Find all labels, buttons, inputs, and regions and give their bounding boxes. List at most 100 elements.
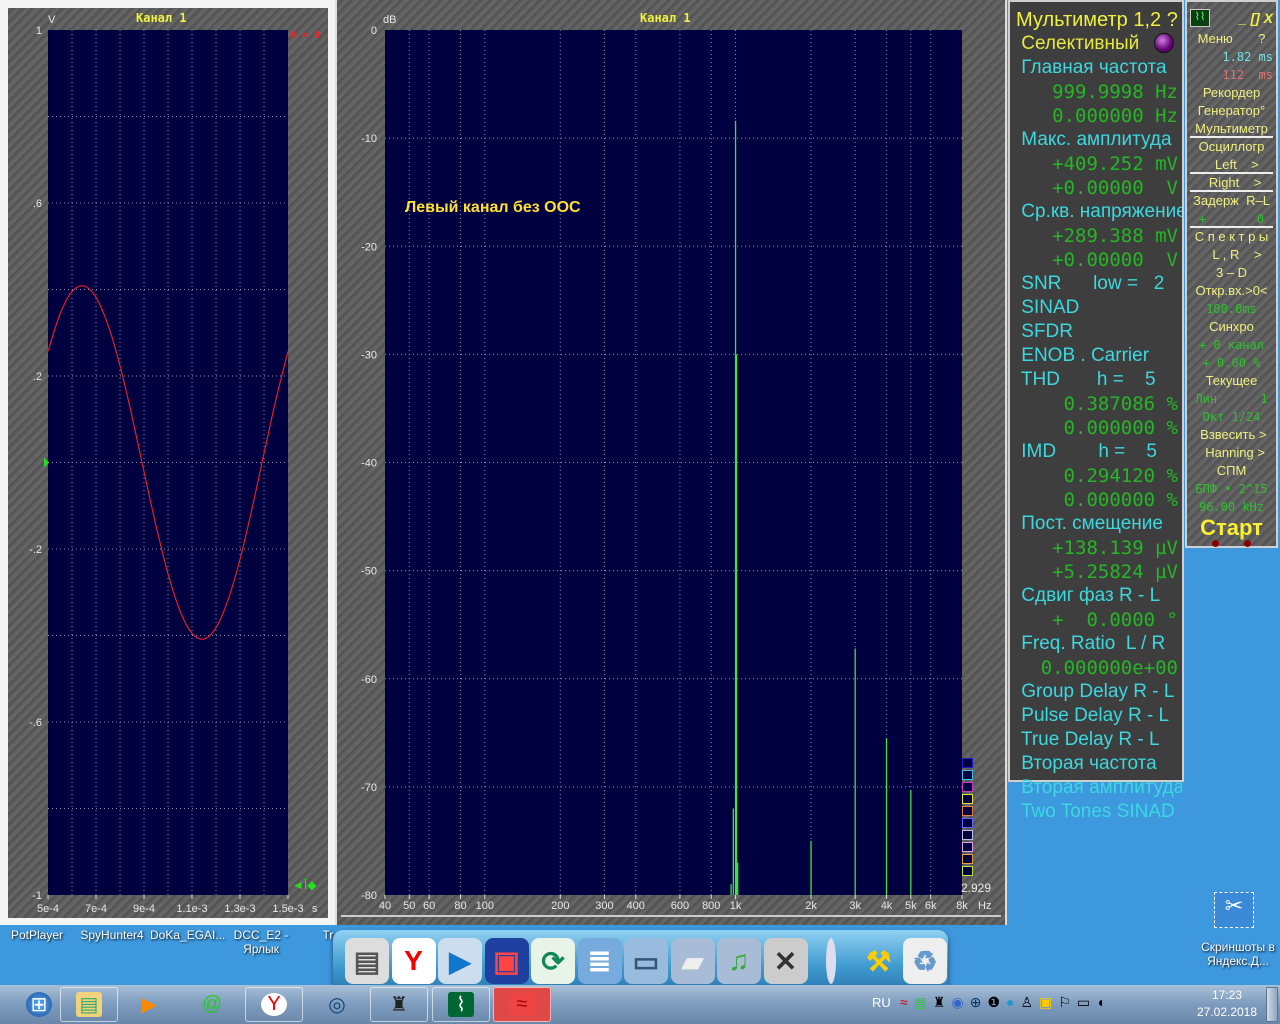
taskbar-yandex-browser-icon[interactable]: Y (245, 987, 303, 1022)
measurement-label[interactable]: Главная частота (1016, 56, 1182, 80)
control-item[interactable]: 100.0ms (1190, 300, 1273, 318)
trace-color-swatch[interactable] (962, 782, 973, 792)
measurement-label[interactable]: Ср.кв. напряжение (1016, 200, 1182, 224)
measurement-label[interactable]: Group Delay R - L (1016, 680, 1182, 704)
y-tick-label: -40 (361, 458, 377, 470)
trace-color-swatch[interactable] (962, 758, 973, 768)
control-item[interactable]: Осциллогр (1190, 138, 1273, 156)
measurement-label[interactable]: THD h = 5 (1016, 368, 1182, 392)
control-item[interactable]: 112 ms (1190, 66, 1273, 84)
selective-toggle-icon[interactable] (1154, 33, 1174, 53)
trace-color-swatch[interactable] (962, 866, 973, 876)
measurement-label[interactable]: ENOB . Carrier (1016, 344, 1182, 368)
control-item[interactable]: 96.00 kHz (1190, 498, 1273, 516)
screenshots-icon[interactable]: ✂ (1214, 892, 1254, 928)
control-item[interactable]: Текущее (1190, 372, 1273, 390)
measurement-label[interactable]: True Delay R - L (1016, 728, 1182, 752)
control-item[interactable]: Задерж R–L (1190, 192, 1273, 210)
close-button[interactable]: X (1264, 10, 1273, 26)
control-item[interactable]: Right > (1190, 174, 1273, 192)
control-item[interactable]: С п е к т р ы (1190, 228, 1273, 246)
measurement-label[interactable]: Freq. Ratio L / R (1016, 632, 1182, 656)
control-item[interactable]: Рекордер (1190, 84, 1273, 102)
trace-color-swatch[interactable] (962, 854, 973, 864)
trace-color-swatch[interactable] (962, 818, 973, 828)
desktop-icon-screenshots[interactable]: Скриншоты в Яндекс.Д... (1198, 940, 1278, 968)
taskbar-hat-icon[interactable]: ♜ (370, 987, 428, 1022)
trace-color-swatch[interactable] (962, 842, 973, 852)
measurement-label[interactable]: Two Tones SINAD (1016, 800, 1182, 824)
desktop-icon-spyhunter[interactable]: SpyHunter4 (77, 928, 147, 942)
control-item[interactable]: 3 – D (1190, 264, 1273, 282)
yandex-browser-icon[interactable]: Y (391, 938, 436, 984)
scope-plot[interactable]: 1 .6 .2 -.2 -.6 -15e-4 7e-4 9e-4 1.1e-3 1.3e-3 1.5… (8, 8, 328, 918)
control-item[interactable]: + 0.00 % (1190, 354, 1273, 372)
measurement-label[interactable]: SFDR (1016, 320, 1182, 344)
control-item[interactable]: Откр.вх.>0< (1190, 282, 1273, 300)
desktop-icon-potplayer[interactable]: PotPlayer (2, 928, 72, 942)
taskbar-explorer-icon[interactable]: ▤ (60, 987, 118, 1022)
floppy-save-icon[interactable]: ▣ (484, 938, 529, 984)
control-item[interactable]: + 0 канал (1190, 336, 1273, 354)
trace-color-swatch[interactable] (962, 830, 973, 840)
control-item[interactable]: Мультиметр (1190, 120, 1273, 138)
taskbar-analyzer-icon[interactable]: ⌇ (432, 987, 490, 1022)
cursor-controls-icon[interactable]: ◄Ї◆ (292, 878, 316, 892)
desktop-icon-dcc[interactable]: DCC_E2 - Ярлык (226, 928, 296, 956)
control-item[interactable]: Меню ? (1190, 30, 1273, 48)
control-item[interactable]: Взвесить > (1190, 426, 1273, 444)
control-item[interactable]: + 0 (1190, 210, 1273, 228)
start-button[interactable]: Старт (1190, 516, 1273, 540)
maximize-button[interactable]: [] (1250, 10, 1259, 26)
hammer-icon[interactable]: ⚒ (857, 938, 901, 984)
measurement-label[interactable]: Макс. амплитуда (1016, 128, 1182, 152)
media-player-icon[interactable]: ▶ (438, 938, 482, 984)
measurement-label[interactable]: Пост. смещение (1016, 512, 1182, 536)
measurement-value: 0.000000 % (1063, 489, 1178, 511)
taskbar-mail-agent-icon[interactable]: @ (183, 987, 241, 1022)
trace-color-swatch[interactable] (962, 794, 973, 804)
x-tick-label: 60 (423, 900, 435, 912)
control-item[interactable]: Лин 1 (1190, 390, 1273, 408)
refresh-icon[interactable]: ⟳ (531, 938, 575, 984)
tray-icons[interactable]: ≈▦♜◉⊕❶●♙▣⚐▭◖ (900, 994, 1111, 1011)
control-item[interactable]: Синхро (1190, 318, 1273, 336)
show-desktop-button[interactable] (1266, 987, 1278, 1022)
measurement-label[interactable]: IMD h = 5 (1016, 440, 1182, 464)
taskbar-start-orb-icon[interactable]: ⊞ (20, 987, 58, 1022)
recycle-bin-icon[interactable]: ♻ (903, 938, 947, 984)
control-item[interactable]: Left > (1190, 156, 1273, 174)
control-item[interactable]: Hanning > (1190, 444, 1273, 462)
taskbar-browser-icon[interactable]: ◎ (308, 987, 366, 1022)
measurement-label[interactable]: Сдвиг фаз R - L (1016, 584, 1182, 608)
music-folder-icon[interactable]: ♫ (717, 938, 761, 984)
minimize-button[interactable]: _ (1239, 10, 1247, 26)
tv-icon[interactable]: ▭ (624, 938, 668, 984)
monitor-icon[interactable]: ▤ (345, 938, 389, 984)
taskbar-media-player-icon[interactable]: ▶ (120, 987, 178, 1022)
trace-color-legend[interactable] (962, 758, 974, 878)
taskbar-waves-icon[interactable]: ≈ (493, 987, 551, 1022)
measurement-label[interactable]: SINAD (1016, 296, 1182, 320)
folder-icon[interactable]: ▰ (670, 938, 715, 984)
control-item[interactable]: L , R > (1190, 246, 1273, 264)
control-item[interactable]: БПФ • 2^15 (1190, 480, 1273, 498)
measurement-label[interactable]: Вторая амплитуда (1016, 776, 1182, 800)
control-item[interactable]: Генератор° (1190, 102, 1273, 120)
measurement-label[interactable]: SNR low = 2 (1016, 272, 1182, 296)
desktop-icon-doka[interactable]: DoKa_EGAI... (150, 928, 225, 942)
control-item[interactable]: 1.82 ms (1190, 48, 1273, 66)
stacked-windows-icon[interactable]: ≣ (577, 938, 622, 984)
measurement-label[interactable]: Pulse Delay R - L (1016, 704, 1182, 728)
control-item[interactable]: СПМ (1190, 462, 1273, 480)
clock[interactable]: 17:23 27.02.2018 (1196, 988, 1258, 1019)
trace-color-swatch[interactable] (962, 806, 973, 816)
multimeter-title[interactable]: Мультиметр 1,2 ? (1016, 8, 1182, 32)
spectrum-plot[interactable]: 0 -10 -20 -30 -40 -50 -60 -70 -8040 50 60 80 100 200 3… (337, 0, 1005, 925)
language-indicator[interactable]: RU (872, 995, 891, 1010)
trace-color-swatch[interactable] (962, 770, 973, 780)
control-item[interactable]: Окт 1/24 (1190, 408, 1273, 426)
tools-icon[interactable]: ✕ (763, 938, 808, 984)
measurement-label[interactable]: Вторая частота (1016, 752, 1182, 776)
desktop-icon-label: SpyHunter4 (80, 928, 144, 942)
